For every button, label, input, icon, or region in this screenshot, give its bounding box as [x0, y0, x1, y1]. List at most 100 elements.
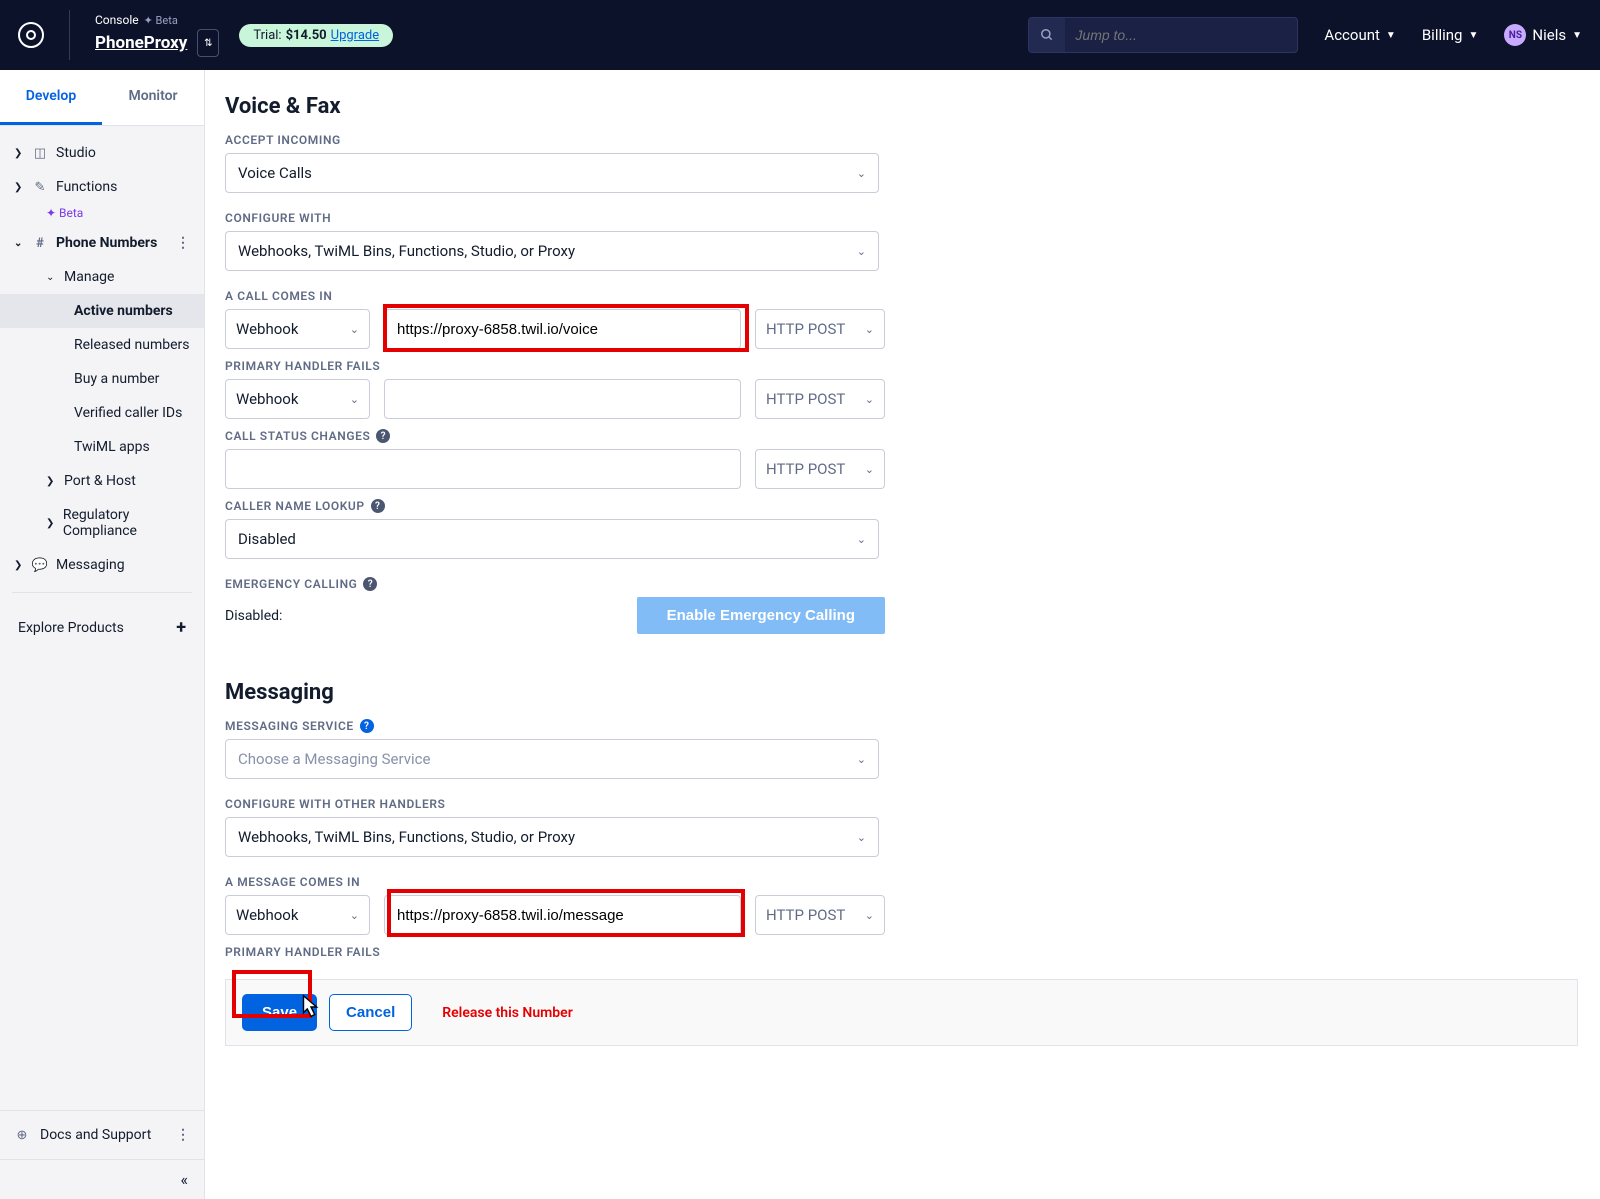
billing-menu[interactable]: Billing▼ [1422, 26, 1479, 44]
sidebar-item-twiml-apps[interactable]: TwiML apps [0, 430, 204, 464]
configure-with-select[interactable]: Webhooks, TwiML Bins, Functions, Studio,… [225, 231, 879, 271]
sidebar-item-buy-number[interactable]: Buy a number [0, 362, 204, 396]
brand-logo-icon [18, 22, 44, 48]
messaging-heading: Messaging [225, 680, 1580, 705]
sidebar-item-port-host[interactable]: ❯ Port & Host [0, 464, 204, 498]
sidebar-item-verified-caller-ids[interactable]: Verified caller IDs [0, 396, 204, 430]
chevron-down-icon: ⌄ [865, 393, 874, 406]
globe-icon: ⊕ [14, 1127, 30, 1143]
more-icon[interactable]: ⋮ [176, 235, 190, 251]
studio-icon: ◫ [32, 145, 48, 161]
chevron-down-icon: ⌄ [350, 323, 359, 336]
messaging-service-label: MESSAGING SERVICE ? [225, 719, 1580, 733]
avatar: NS [1504, 24, 1526, 46]
chevron-down-icon: ⌄ [865, 909, 874, 922]
tab-develop[interactable]: Develop [0, 70, 102, 125]
chevron-right-icon: ❯ [14, 560, 24, 571]
help-icon[interactable]: ? [363, 577, 377, 591]
release-number-link[interactable]: Release this Number [442, 1005, 572, 1021]
voice-handler-type-select[interactable]: Webhook⌄ [225, 309, 370, 349]
sidebar-item-active-numbers[interactable]: Active numbers [0, 294, 204, 328]
docs-and-support[interactable]: ⊕ Docs and Support ⋮ [0, 1110, 204, 1159]
voice-http-method-select[interactable]: HTTP POST⌄ [755, 309, 885, 349]
explore-products[interactable]: Explore Products + [0, 603, 204, 652]
emergency-calling-label: EMERGENCY CALLING ? [225, 577, 1580, 591]
chevron-right-icon: ❯ [14, 148, 24, 159]
sidebar: Develop Monitor ❯ ◫ Studio ❯ ✎ Functions… [0, 70, 205, 1199]
chevron-down-icon: ⌄ [350, 393, 359, 406]
voice-fallback-url-input[interactable] [384, 379, 741, 419]
tab-monitor[interactable]: Monitor [102, 70, 204, 125]
account-menu[interactable]: Account▼ [1324, 26, 1395, 44]
sidebar-item-functions[interactable]: ❯ ✎ Functions [0, 170, 204, 204]
top-navbar: Console ✦ Beta PhoneProxy ⇅ Trial: $14.5… [0, 0, 1600, 70]
call-status-url-input[interactable] [225, 449, 741, 489]
sidebar-item-messaging[interactable]: ❯ 💬 Messaging [0, 548, 204, 582]
project-name[interactable]: PhoneProxy [95, 33, 187, 53]
sidebar-item-phone-numbers[interactable]: ⌄ # Phone Numbers ⋮ [0, 226, 204, 260]
main-content: Voice & Fax ACCEPT INCOMING Voice Calls⌄… [205, 70, 1600, 1199]
accept-incoming-label: ACCEPT INCOMING [225, 133, 1580, 147]
help-icon[interactable]: ? [376, 429, 390, 443]
sidebar-item-regulatory[interactable]: ❯ Regulatory Compliance [0, 498, 204, 548]
chevron-right-icon: ❯ [46, 476, 56, 487]
help-icon[interactable]: ? [360, 719, 374, 733]
chevron-right-icon: ❯ [46, 518, 55, 529]
configure-other-handlers-label: CONFIGURE WITH OTHER HANDLERS [225, 797, 1580, 811]
call-comes-in-label: A CALL COMES IN [225, 289, 1580, 303]
chevron-down-icon: ▼ [1386, 30, 1396, 41]
cancel-button[interactable]: Cancel [329, 994, 412, 1031]
message-webhook-url-input[interactable] [384, 895, 741, 935]
chevron-right-icon: ❯ [14, 182, 24, 193]
voice-webhook-url-input[interactable] [384, 309, 741, 349]
chevron-down-icon: ▼ [1572, 30, 1582, 41]
sidebar-item-studio[interactable]: ❯ ◫ Studio [0, 136, 204, 170]
more-icon[interactable]: ⋮ [176, 1127, 190, 1143]
chevron-down-icon: ⌄ [865, 463, 874, 476]
voice-fallback-method-select[interactable]: HTTP POST⌄ [755, 379, 885, 419]
message-comes-in-label: A MESSAGE COMES IN [225, 875, 1580, 889]
plus-icon: + [176, 617, 186, 638]
functions-icon: ✎ [32, 179, 48, 195]
chevron-down-icon: ⌄ [857, 533, 866, 546]
messaging-icon: 💬 [32, 557, 48, 573]
primary-handler-fails-label: PRIMARY HANDLER FAILS [225, 359, 1580, 373]
emergency-disabled-text: Disabled: [225, 608, 282, 624]
upgrade-link[interactable]: Upgrade [331, 28, 379, 43]
trial-pill: Trial: $14.50 Upgrade [239, 24, 393, 47]
message-handler-type-select[interactable]: Webhook⌄ [225, 895, 370, 935]
hash-icon: # [32, 235, 48, 251]
beta-tag: ✦ Beta [144, 14, 178, 27]
chevron-down-icon: ⌄ [865, 323, 874, 336]
trial-price: $14.50 [286, 28, 327, 43]
caller-lookup-select[interactable]: Disabled⌄ [225, 519, 879, 559]
message-http-method-select[interactable]: HTTP POST⌄ [755, 895, 885, 935]
user-menu[interactable]: NS Niels▼ [1504, 24, 1582, 46]
call-status-method-select[interactable]: HTTP POST⌄ [755, 449, 885, 489]
chevron-double-left-icon: « [180, 1170, 188, 1189]
console-label: Console [95, 13, 139, 27]
configure-other-handlers-select[interactable]: Webhooks, TwiML Bins, Functions, Studio,… [225, 817, 879, 857]
accept-incoming-select[interactable]: Voice Calls⌄ [225, 153, 879, 193]
messaging-service-select[interactable]: Choose a Messaging Service⌄ [225, 739, 879, 779]
sidebar-item-released-numbers[interactable]: Released numbers [0, 328, 204, 362]
chevron-down-icon: ⌄ [857, 753, 866, 766]
sidebar-item-manage[interactable]: ⌄ Manage [0, 260, 204, 294]
search-box[interactable] [1028, 17, 1298, 53]
enable-emergency-button[interactable]: Enable Emergency Calling [637, 597, 885, 634]
chevron-down-icon: ⌄ [46, 272, 56, 283]
search-input[interactable] [1065, 27, 1297, 43]
call-status-label: CALL STATUS CHANGES ? [225, 429, 1580, 443]
project-switcher[interactable]: ⇅ [197, 29, 219, 57]
message-primary-fails-label: PRIMARY HANDLER FAILS [225, 945, 1580, 959]
collapse-sidebar[interactable]: « [0, 1159, 204, 1199]
trial-prefix: Trial: [253, 28, 281, 43]
configure-with-label: CONFIGURE WITH [225, 211, 1580, 225]
chevron-down-icon: ⌄ [350, 909, 359, 922]
help-icon[interactable]: ? [371, 499, 385, 513]
footer-bar: Save Cancel Release this Number [225, 979, 1578, 1046]
voice-fallback-type-select[interactable]: Webhook⌄ [225, 379, 370, 419]
voice-fax-heading: Voice & Fax [225, 94, 1580, 119]
save-button[interactable]: Save [242, 994, 317, 1031]
search-icon [1029, 17, 1065, 53]
